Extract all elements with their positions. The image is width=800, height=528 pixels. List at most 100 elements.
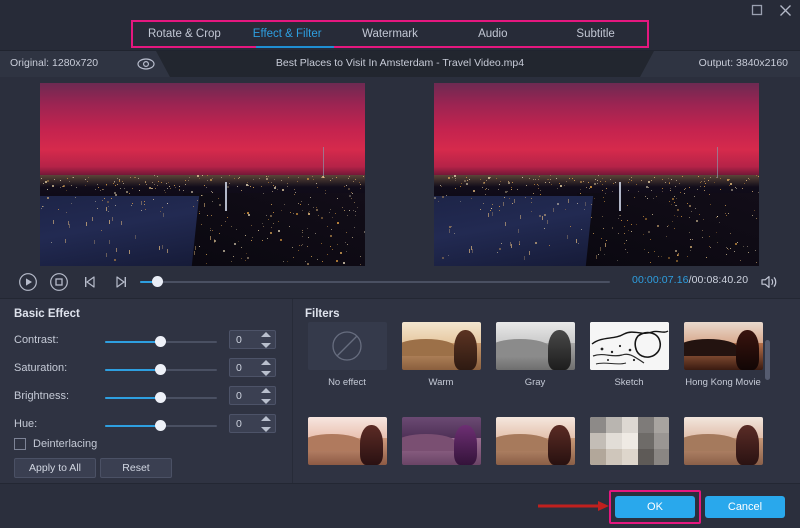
volume-icon[interactable] (760, 273, 780, 291)
total-time-label: 00:08:40.20 (692, 274, 749, 286)
thumb-art (684, 322, 763, 370)
tab-subtitle[interactable]: Subtitle (544, 22, 647, 46)
thumb-dune (496, 434, 550, 450)
tab-effect-filter[interactable]: Effect & Filter (236, 22, 339, 46)
hue-slider[interactable] (105, 424, 217, 428)
filters-row-2 (300, 417, 772, 480)
basic-effect-title: Basic Effect (14, 308, 80, 320)
filter-thumbnail (496, 417, 575, 465)
saturation-value: 0 (236, 362, 242, 374)
stepper-up-icon[interactable] (261, 332, 271, 337)
hue-label: Hue: (14, 418, 37, 430)
filters-scrollbar[interactable] (765, 340, 770, 380)
cancel-button[interactable]: Cancel (705, 496, 785, 518)
preview-city-lights (434, 83, 759, 266)
original-preview[interactable] (40, 83, 365, 266)
deinterlacing-checkbox[interactable]: Deinterlacing (14, 438, 97, 450)
progress-track (140, 281, 610, 283)
preview-area (0, 77, 800, 266)
saturation-slider[interactable] (105, 368, 217, 372)
thumb-dune (496, 339, 550, 355)
contrast-value: 0 (236, 334, 242, 346)
thumb-art (684, 417, 763, 465)
hue-row: Hue: 0 (0, 412, 292, 440)
maximize-icon[interactable] (748, 2, 766, 18)
panel-divider (292, 299, 293, 483)
next-frame-icon[interactable] (109, 270, 133, 294)
contrast-stepper[interactable]: 0 (229, 330, 276, 349)
slider-fill (105, 369, 161, 371)
filter-item-no-effect[interactable]: No effect (300, 322, 394, 400)
stepper-down-icon[interactable] (261, 343, 271, 348)
brightness-value: 0 (236, 390, 242, 402)
filters-list[interactable]: No effect Warm (300, 322, 772, 480)
filter-item-hong-kong-movie[interactable]: Hong Kong Movie (676, 322, 770, 400)
play-icon[interactable] (16, 270, 40, 294)
filter-thumbnail (402, 417, 481, 465)
stepper-up-icon[interactable] (261, 416, 271, 421)
stepper-up-icon[interactable] (261, 388, 271, 393)
preview-info-bar: Original: 1280x720 Best Places to Visit … (0, 51, 800, 77)
ok-button[interactable]: OK (615, 496, 695, 518)
thumb-art (402, 417, 481, 465)
transport-buttons (16, 270, 133, 294)
slider-fill (105, 397, 161, 399)
stop-icon[interactable] (47, 270, 71, 294)
tab-audio[interactable]: Audio (441, 22, 544, 46)
thumb-art (308, 417, 387, 465)
filter-item-plain[interactable] (676, 417, 770, 480)
thumb-figure (548, 330, 572, 370)
filter-thumbnail (496, 322, 575, 370)
filter-thumbnail (308, 417, 387, 465)
checkbox-box[interactable] (14, 438, 26, 450)
current-time-label: 00:00:07.16 (632, 274, 689, 286)
slider-fill (105, 341, 161, 343)
stepper-down-icon[interactable] (261, 399, 271, 404)
output-preview[interactable] (434, 83, 759, 266)
tab-bar: Rotate & Crop Effect & Filter Watermark … (0, 20, 800, 50)
reset-button[interactable]: Reset (100, 458, 172, 478)
stepper-up-icon[interactable] (261, 360, 271, 365)
thumb-art (496, 322, 575, 370)
tab-watermark[interactable]: Watermark (339, 22, 442, 46)
filter-item-mosaic[interactable] (582, 417, 676, 480)
contrast-row: Contrast: 0 (0, 328, 292, 356)
stepper-down-icon[interactable] (261, 427, 271, 432)
brightness-stepper[interactable]: 0 (229, 386, 276, 405)
stepper-arrows[interactable] (260, 416, 271, 432)
slider-handle[interactable] (155, 336, 166, 347)
stepper-arrows[interactable] (260, 332, 271, 348)
saturation-stepper[interactable]: 0 (229, 358, 276, 377)
slider-fill (105, 425, 161, 427)
thumb-figure (454, 330, 478, 370)
progress-handle[interactable] (152, 276, 163, 287)
tab-group-highlight: Rotate & Crop Effect & Filter Watermark … (131, 20, 649, 48)
stepper-arrows[interactable] (260, 360, 271, 376)
filter-thumbnail (402, 322, 481, 370)
playback-progress-slider[interactable] (140, 280, 610, 284)
close-icon[interactable] (776, 2, 794, 18)
slider-handle[interactable] (155, 364, 166, 375)
video-converter-effect-filter-window: Rotate & Crop Effect & Filter Watermark … (0, 0, 800, 528)
previous-frame-icon[interactable] (78, 270, 102, 294)
filter-thumbnail (684, 322, 763, 370)
filter-item-gray[interactable]: Gray (488, 322, 582, 400)
contrast-slider[interactable] (105, 340, 217, 344)
apply-to-all-button[interactable]: Apply to All (14, 458, 96, 478)
filter-item-pink[interactable] (300, 417, 394, 480)
tab-rotate-crop[interactable]: Rotate & Crop (133, 22, 236, 46)
stepper-arrows[interactable] (260, 388, 271, 404)
thumb-dune (402, 339, 456, 355)
no-effect-icon (308, 322, 387, 370)
filter-item-rose[interactable] (488, 417, 582, 480)
hue-stepper[interactable]: 0 (229, 414, 276, 433)
filters-title: Filters (305, 308, 340, 320)
filter-item-purple[interactable] (394, 417, 488, 480)
brightness-slider[interactable] (105, 396, 217, 400)
slider-handle[interactable] (155, 392, 166, 403)
stepper-down-icon[interactable] (261, 371, 271, 376)
slider-handle[interactable] (155, 420, 166, 431)
thumb-dune (684, 434, 738, 450)
filter-item-warm[interactable]: Warm (394, 322, 488, 400)
filter-item-sketch[interactable]: Sketch (582, 322, 676, 400)
